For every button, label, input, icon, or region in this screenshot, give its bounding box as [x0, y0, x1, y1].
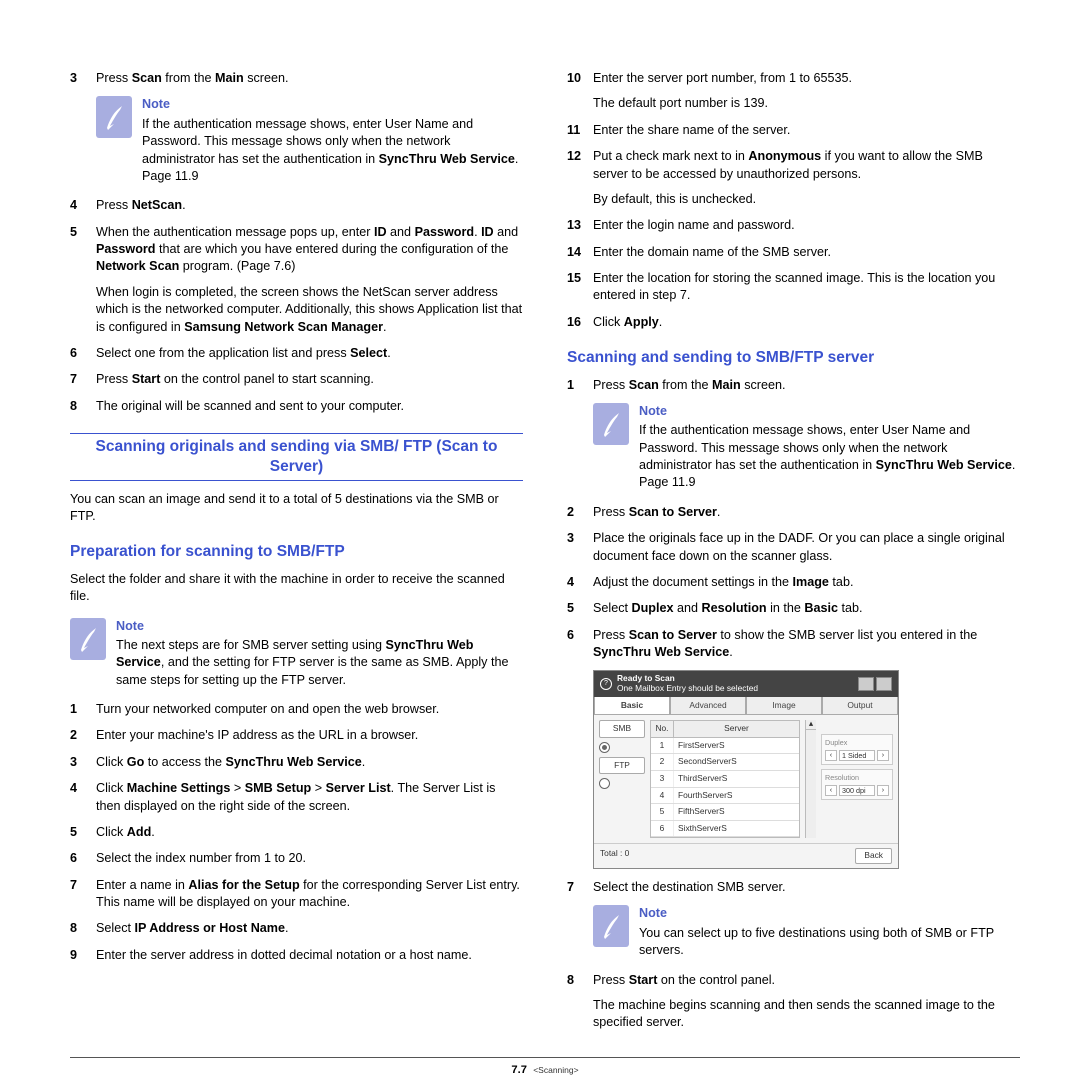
- shot-titlebar: ? Ready to Scan One Mailbox Entry should…: [594, 671, 898, 696]
- table-row[interactable]: 3ThirdServerS: [651, 771, 799, 788]
- note-auth-1: Note If the authentication message shows…: [96, 96, 523, 185]
- prep-10: 10Enter the server port number, from 1 t…: [567, 70, 1020, 113]
- prep-6: 6Select the index number from 1 to 20.: [70, 850, 523, 867]
- total-label: Total : 0: [600, 848, 629, 864]
- next-icon[interactable]: ›: [877, 785, 889, 796]
- tab-output[interactable]: Output: [822, 697, 898, 716]
- ui-screenshot: ? Ready to Scan One Mailbox Entry should…: [593, 670, 899, 869]
- back-button[interactable]: Back: [855, 848, 892, 864]
- radio-ftp[interactable]: [599, 778, 610, 789]
- tab-basic[interactable]: Basic: [594, 697, 670, 716]
- subsection-scan-send: Scanning and sending to SMB/FTP server: [567, 347, 1020, 368]
- protocol-smb[interactable]: SMB: [599, 720, 645, 738]
- note-auth-2: Note If the authentication message shows…: [593, 403, 1020, 492]
- prep-12: 12Put a check mark next to in Anonymous …: [567, 148, 1020, 208]
- toolbar-button[interactable]: [876, 677, 892, 691]
- prep-5: 5Click Add.: [70, 824, 523, 841]
- table-row[interactable]: 2SecondServerS: [651, 754, 799, 771]
- note-icon: [593, 403, 629, 445]
- note-icon: [70, 618, 106, 660]
- tab-image[interactable]: Image: [746, 697, 822, 716]
- prev-icon[interactable]: ‹: [825, 750, 837, 761]
- prep-11: 11Enter the share name of the server.: [567, 122, 1020, 139]
- prep-9: 9Enter the server address in dotted deci…: [70, 947, 523, 964]
- send-7: 7Select the destination SMB server.: [567, 879, 1020, 896]
- prep-7: 7Enter a name in Alias for the Setup for…: [70, 877, 523, 912]
- page-columns: 3 Press Scan from the Main screen. Note …: [70, 70, 1020, 1041]
- prep-16: 16Click Apply.: [567, 314, 1020, 331]
- step-8: 8The original will be scanned and sent t…: [70, 398, 523, 415]
- table-row[interactable]: 6SixthServerS: [651, 821, 799, 838]
- prep-3: 3Click Go to access the SyncThru Web Ser…: [70, 754, 523, 771]
- help-icon: ?: [600, 678, 612, 690]
- radio-smb[interactable]: [599, 742, 610, 753]
- step-5: 5 When the authentication message pops u…: [70, 224, 523, 336]
- prep-14: 14Enter the domain name of the SMB serve…: [567, 244, 1020, 261]
- section-heading-scan-to-server: Scanning originals and sending via SMB/ …: [70, 433, 523, 481]
- server-table: No.Server 1FirstServerS 2SecondServerS 3…: [650, 720, 800, 838]
- prep-2: 2Enter your machine's IP address as the …: [70, 727, 523, 744]
- section-intro: You can scan an image and send it to a t…: [70, 491, 523, 526]
- prep-15: 15Enter the location for storing the sca…: [567, 270, 1020, 305]
- send-5: 5Select Duplex and Resolution in the Bas…: [567, 600, 1020, 617]
- note-five-dest: Note You can select up to five destinati…: [593, 905, 1020, 959]
- protocol-ftp[interactable]: FTP: [599, 757, 645, 775]
- tab-advanced[interactable]: Advanced: [670, 697, 746, 716]
- scroll-up-icon[interactable]: ▴: [806, 720, 816, 730]
- table-row[interactable]: 4FourthServerS: [651, 788, 799, 805]
- note-smb-setup: Note The next steps are for SMB server s…: [70, 618, 523, 690]
- prep-13: 13Enter the login name and password.: [567, 217, 1020, 234]
- subsection-prep: Preparation for scanning to SMB/FTP: [70, 541, 523, 562]
- send-4: 4Adjust the document settings in the Ima…: [567, 574, 1020, 591]
- scrollbar[interactable]: ▴: [805, 720, 816, 838]
- step-4: 4 Press NetScan.: [70, 197, 523, 214]
- toolbar-button[interactable]: [858, 677, 874, 691]
- duplex-box: Duplex ‹1 Sided›: [821, 734, 893, 765]
- subsection-intro: Select the folder and share it with the …: [70, 571, 523, 606]
- send-3: 3Place the originals face up in the DADF…: [567, 530, 1020, 565]
- send-8: 8Press Start on the control panel.The ma…: [567, 972, 1020, 1032]
- page-footer: 7.7 <Scanning>: [70, 1057, 1020, 1078]
- note-icon: [96, 96, 132, 138]
- table-row[interactable]: 1FirstServerS: [651, 738, 799, 755]
- prev-icon[interactable]: ‹: [825, 785, 837, 796]
- send-1: 1Press Scan from the Main screen.: [567, 377, 1020, 394]
- prep-4: 4Click Machine Settings > SMB Setup > Se…: [70, 780, 523, 815]
- send-2: 2Press Scan to Server.: [567, 504, 1020, 521]
- prep-1: 1Turn your networked computer on and ope…: [70, 701, 523, 718]
- right-column: 10Enter the server port number, from 1 t…: [567, 70, 1020, 1041]
- step-6: 6Select one from the application list an…: [70, 345, 523, 362]
- resolution-box: Resolution ‹300 dpi›: [821, 769, 893, 800]
- table-row[interactable]: 5FifthServerS: [651, 804, 799, 821]
- step-3: 3 Press Scan from the Main screen.: [70, 70, 523, 87]
- left-column: 3 Press Scan from the Main screen. Note …: [70, 70, 523, 1041]
- note-title: Note: [142, 96, 523, 113]
- step-7: 7Press Start on the control panel to sta…: [70, 371, 523, 388]
- note-icon: [593, 905, 629, 947]
- shot-tabs: Basic Advanced Image Output: [594, 697, 898, 716]
- next-icon[interactable]: ›: [877, 750, 889, 761]
- prep-8: 8Select IP Address or Host Name.: [70, 920, 523, 937]
- send-6: 6Press Scan to Server to show the SMB se…: [567, 627, 1020, 662]
